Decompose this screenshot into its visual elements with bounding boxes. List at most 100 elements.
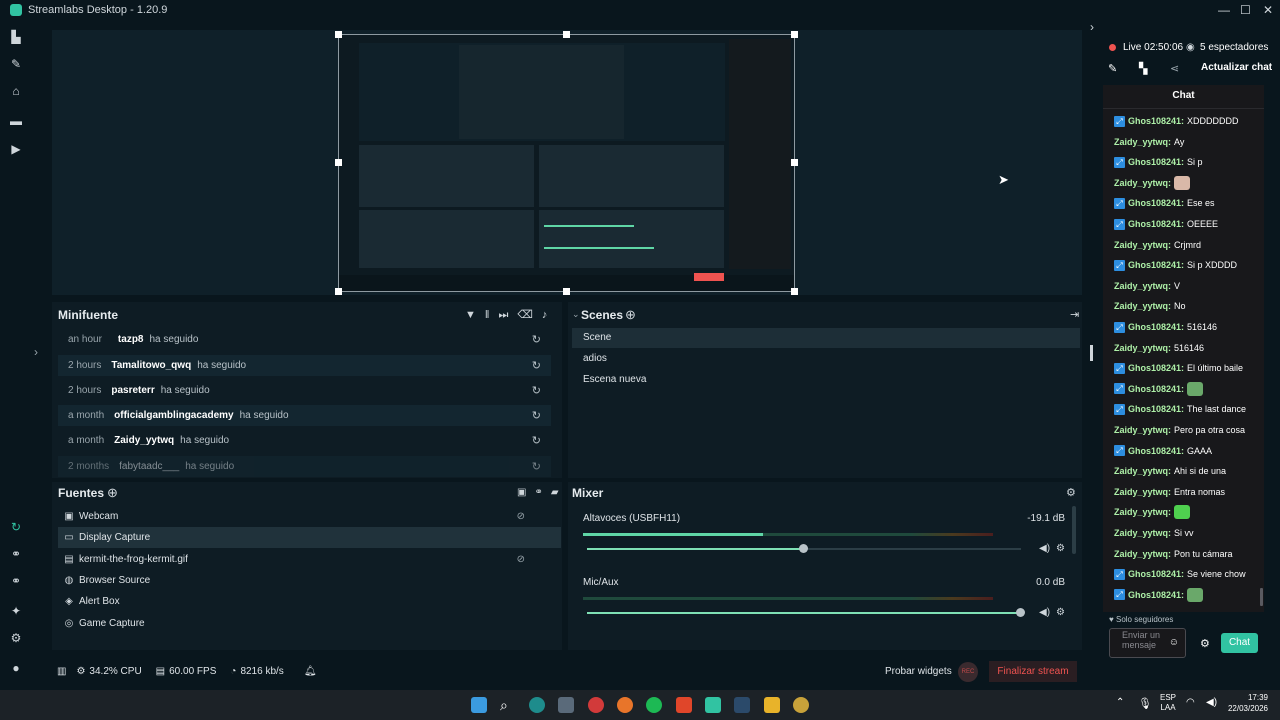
chat-username[interactable]: Ghos108241:: [1128, 116, 1184, 126]
streamlabs-taskbar-icon[interactable]: [705, 697, 721, 713]
replay-icon[interactable]: ↻: [532, 359, 541, 372]
chat-username[interactable]: Zaidy_yytwq:: [1114, 487, 1171, 497]
link-source-icon[interactable]: ⚭: [534, 487, 550, 498]
chat-username[interactable]: Zaidy_yytwq:: [1114, 240, 1171, 250]
chat-username[interactable]: Ghos108241:: [1128, 157, 1184, 167]
notification-bell-icon[interactable]: 🔔︎: [304, 666, 317, 677]
chat-resize-handle[interactable]: [1090, 345, 1093, 361]
source-item[interactable]: ◈ Alert Box: [58, 591, 561, 612]
mute-speaker-icon[interactable]: ◀): [1039, 543, 1050, 554]
display-capture-preview[interactable]: [338, 34, 795, 292]
language-indicator[interactable]: ESP LAA: [1160, 693, 1176, 713]
source-item[interactable]: ▤ kermit-the-frog-kermit.gif ⊘: [58, 549, 561, 570]
search-icon[interactable]: ⌕: [500, 697, 516, 713]
chat-username[interactable]: Ghos108241:: [1128, 446, 1184, 456]
collapse-chat-chevron-icon[interactable]: ›: [1090, 20, 1094, 34]
microphone-icon[interactable]: 🎙︎: [1138, 697, 1152, 710]
mute-speaker-icon[interactable]: ◀): [1039, 607, 1050, 618]
source-item[interactable]: ▣ Webcam ⊘: [58, 506, 561, 527]
minifuente-controls[interactable]: ▼‖⏭⌫♪: [465, 308, 556, 322]
source-item[interactable]: ◍ Browser Source: [58, 570, 561, 591]
emoji-icon[interactable]: ☺: [1169, 637, 1179, 648]
update-chat-button[interactable]: Actualizar chat: [1201, 62, 1272, 73]
chat-username[interactable]: Zaidy_yytwq:: [1114, 343, 1171, 353]
app-orange-icon[interactable]: [617, 697, 633, 713]
camera-stream-icon[interactable]: ▚: [1139, 62, 1147, 75]
replay-icon[interactable]: ↻: [532, 434, 541, 447]
link-icon[interactable]: ⚭: [9, 547, 23, 561]
scene-item[interactable]: adios: [572, 349, 1080, 369]
brave-icon[interactable]: [676, 697, 692, 713]
chat-username[interactable]: Zaidy_yytwq:: [1114, 137, 1171, 147]
sparkle-icon[interactable]: ✦: [9, 604, 23, 618]
share-icon[interactable]: ⋖: [1170, 62, 1179, 75]
snipping-tool-icon[interactable]: [558, 697, 574, 713]
chat-scrollbar[interactable]: [1260, 588, 1263, 606]
edit-pencil-icon[interactable]: ✎: [1108, 62, 1117, 75]
app-shield-icon[interactable]: [793, 697, 809, 713]
chat-username[interactable]: Zaidy_yytwq:: [1114, 549, 1171, 559]
volume-icon[interactable]: ♪: [542, 309, 557, 321]
scenes-collapse-chevron-icon[interactable]: ⌄: [572, 309, 580, 320]
filter-icon[interactable]: ▼: [465, 309, 485, 321]
source-toolbar[interactable]: ▣⚭▰: [517, 487, 567, 498]
steam-icon[interactable]: [734, 697, 750, 713]
pause-icon[interactable]: ‖: [485, 309, 499, 321]
chat-username[interactable]: Ghos108241:: [1128, 260, 1184, 270]
spotify-icon[interactable]: [646, 697, 662, 713]
replay-icon[interactable]: ↻: [532, 333, 541, 346]
mixer-settings-gear-icon[interactable]: ⚙: [1066, 486, 1076, 499]
chat-username[interactable]: Ghos108241:: [1128, 384, 1184, 394]
tray-chevron-icon[interactable]: ⌃: [1116, 697, 1124, 708]
replay-icon[interactable]: ↻: [532, 409, 541, 422]
scene-item[interactable]: Escena nueva: [572, 370, 1080, 390]
channel-settings-gear-icon[interactable]: ⚙: [1056, 543, 1065, 554]
add-scene-button[interactable]: ⊕: [625, 307, 636, 323]
chat-username[interactable]: Zaidy_yytwq:: [1114, 425, 1171, 435]
chat-username[interactable]: Zaidy_yytwq:: [1114, 281, 1171, 291]
source-item[interactable]: ▭ Display Capture: [58, 527, 561, 548]
replay-icon[interactable]: ↻: [532, 384, 541, 397]
windows-start-icon[interactable]: [471, 697, 487, 713]
close-button[interactable]: ✕: [1263, 3, 1273, 17]
chat-username[interactable]: Ghos108241:: [1128, 569, 1184, 579]
clock[interactable]: 17:39 22/03/2026: [1224, 692, 1268, 714]
hidden-eye-icon[interactable]: ⊘: [517, 554, 525, 565]
source-item[interactable]: ◎ Game Capture: [58, 613, 561, 634]
add-source-button[interactable]: ⊕: [107, 485, 118, 501]
layout-icon[interactable]: ⚭: [9, 574, 23, 588]
profile-icon[interactable]: ●: [9, 661, 23, 675]
chat-username[interactable]: Zaidy_yytwq:: [1114, 178, 1171, 188]
record-button[interactable]: REC: [958, 662, 978, 682]
scene-item[interactable]: Scene: [572, 328, 1080, 348]
play-icon[interactable]: ▶: [9, 142, 23, 156]
chat-username[interactable]: Zaidy_yytwq:: [1114, 466, 1171, 476]
chat-message-input[interactable]: Enviar un mensaje ☺: [1109, 628, 1186, 658]
chat-username[interactable]: Zaidy_yytwq:: [1114, 301, 1171, 311]
clear-icon[interactable]: ⌫: [517, 309, 542, 321]
chat-username[interactable]: Ghos108241:: [1128, 198, 1184, 208]
chat-settings-gear-icon[interactable]: ⚙: [1200, 637, 1210, 650]
file-explorer-icon[interactable]: [764, 697, 780, 713]
studio-mode-icon[interactable]: ↻: [9, 520, 23, 534]
test-widgets-button[interactable]: Probar widgets: [885, 666, 952, 677]
chat-username[interactable]: Ghos108241:: [1128, 363, 1184, 373]
volume-slider-knob[interactable]: [799, 544, 808, 553]
chat-username[interactable]: Ghos108241:: [1128, 322, 1184, 332]
group-icon[interactable]: ▣: [517, 487, 534, 498]
expand-left-chevron-icon[interactable]: ›: [34, 345, 38, 359]
settings-gear-icon[interactable]: ⚙: [9, 631, 23, 645]
editor-icon[interactable]: ▙: [9, 30, 23, 44]
chat-username[interactable]: Ghos108241:: [1128, 404, 1184, 414]
maximize-button[interactable]: ☐: [1240, 3, 1251, 17]
scene-collapse-icon[interactable]: ⇥: [1070, 308, 1079, 321]
app-red-icon[interactable]: [588, 697, 604, 713]
wifi-icon[interactable]: ◠: [1186, 697, 1195, 708]
hidden-eye-icon[interactable]: ⊘: [517, 511, 525, 522]
chat-username[interactable]: Zaidy_yytwq:: [1114, 528, 1171, 538]
chat-username[interactable]: Ghos108241:: [1128, 590, 1184, 600]
dashboard-icon[interactable]: ▬: [9, 114, 23, 128]
skip-icon[interactable]: ⏭: [498, 309, 517, 321]
end-stream-button[interactable]: Finalizar stream: [989, 661, 1077, 682]
themes-icon[interactable]: ✎: [9, 57, 23, 71]
